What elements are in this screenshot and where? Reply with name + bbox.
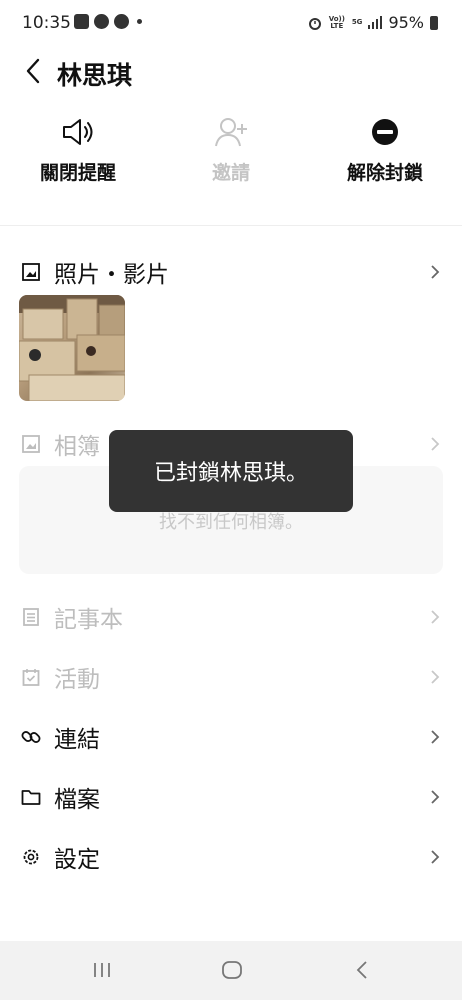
files-label: 檔案 xyxy=(54,787,100,813)
album-icon xyxy=(20,433,42,455)
notes-label: 記事本 xyxy=(54,607,123,633)
network-indicator: 5G xyxy=(351,18,363,26)
chevron-right-icon xyxy=(428,262,442,282)
battery-percent: 95% xyxy=(388,13,424,32)
blocked-toast: 已封鎖林思琪。 xyxy=(109,430,353,512)
home-button[interactable] xyxy=(212,955,252,985)
volte-indicator: Vo)) LTE xyxy=(328,14,345,30)
albums-label: 相簿 xyxy=(54,434,100,460)
folder-icon xyxy=(20,786,42,808)
events-row[interactable]: 活動 xyxy=(0,657,462,697)
settings-label: 設定 xyxy=(54,847,100,873)
status-time: 10:35 xyxy=(22,13,71,33)
recent-apps-icon xyxy=(94,963,110,977)
links-label: 連結 xyxy=(54,727,100,753)
status-bar: 10:35 Vo)) LTE 5G 95% xyxy=(0,0,462,48)
photo-image xyxy=(19,295,125,401)
chevron-right-icon xyxy=(428,847,442,867)
page-title: 林思琪 xyxy=(57,61,133,90)
unblock-label: 解除封鎖 xyxy=(346,162,423,184)
alarm-icon xyxy=(308,17,321,30)
more-notifications-icon xyxy=(137,19,142,24)
mute-notifications-button[interactable]: 關閉提醒 xyxy=(13,112,143,185)
events-label: 活動 xyxy=(54,667,100,693)
facebook-icon xyxy=(94,14,109,29)
photo-thumbnail[interactable] xyxy=(19,295,125,401)
photo-icon xyxy=(20,261,42,283)
battery-icon xyxy=(430,15,438,30)
system-nav-bar xyxy=(0,941,462,1000)
note-icon xyxy=(20,606,42,628)
files-row[interactable]: 檔案 xyxy=(0,777,462,817)
photos-videos-label: 照片・影片 xyxy=(54,262,169,288)
notes-row[interactable]: 記事本 xyxy=(0,597,462,637)
back-button[interactable] xyxy=(18,56,48,86)
back-icon xyxy=(356,961,367,979)
gear-icon xyxy=(20,846,42,868)
calendar-icon xyxy=(20,666,42,688)
back-nav-button[interactable] xyxy=(342,955,382,985)
link-icon xyxy=(20,726,42,748)
recent-apps-button[interactable] xyxy=(82,955,122,985)
status-right: Vo)) LTE 5G 95% xyxy=(308,13,438,32)
chevron-left-icon xyxy=(26,58,40,84)
notification-icons xyxy=(74,14,142,29)
chevron-right-icon xyxy=(428,727,442,747)
photos-videos-row[interactable]: 照片・影片 xyxy=(0,252,462,292)
section-divider xyxy=(0,225,462,226)
signal-icon xyxy=(368,16,383,29)
speaker-icon xyxy=(63,119,93,145)
chevron-right-icon xyxy=(428,667,442,687)
chevron-right-icon xyxy=(428,787,442,807)
toast-text: 已封鎖林思琪。 xyxy=(153,461,308,486)
unblock-icon xyxy=(372,119,398,145)
invite-label: 邀請 xyxy=(211,162,250,184)
home-icon xyxy=(222,961,242,979)
chevron-right-icon xyxy=(428,607,442,627)
chevron-right-icon xyxy=(428,434,442,454)
mute-notifications-label: 關閉提醒 xyxy=(39,162,116,184)
add-friend-icon xyxy=(215,118,247,147)
line-icon xyxy=(114,14,129,29)
links-row[interactable]: 連結 xyxy=(0,717,462,757)
invite-button[interactable]: 邀請 xyxy=(166,112,296,185)
settings-row[interactable]: 設定 xyxy=(0,837,462,877)
unblock-button[interactable]: 解除封鎖 xyxy=(320,112,450,185)
gallery-icon xyxy=(74,14,89,29)
